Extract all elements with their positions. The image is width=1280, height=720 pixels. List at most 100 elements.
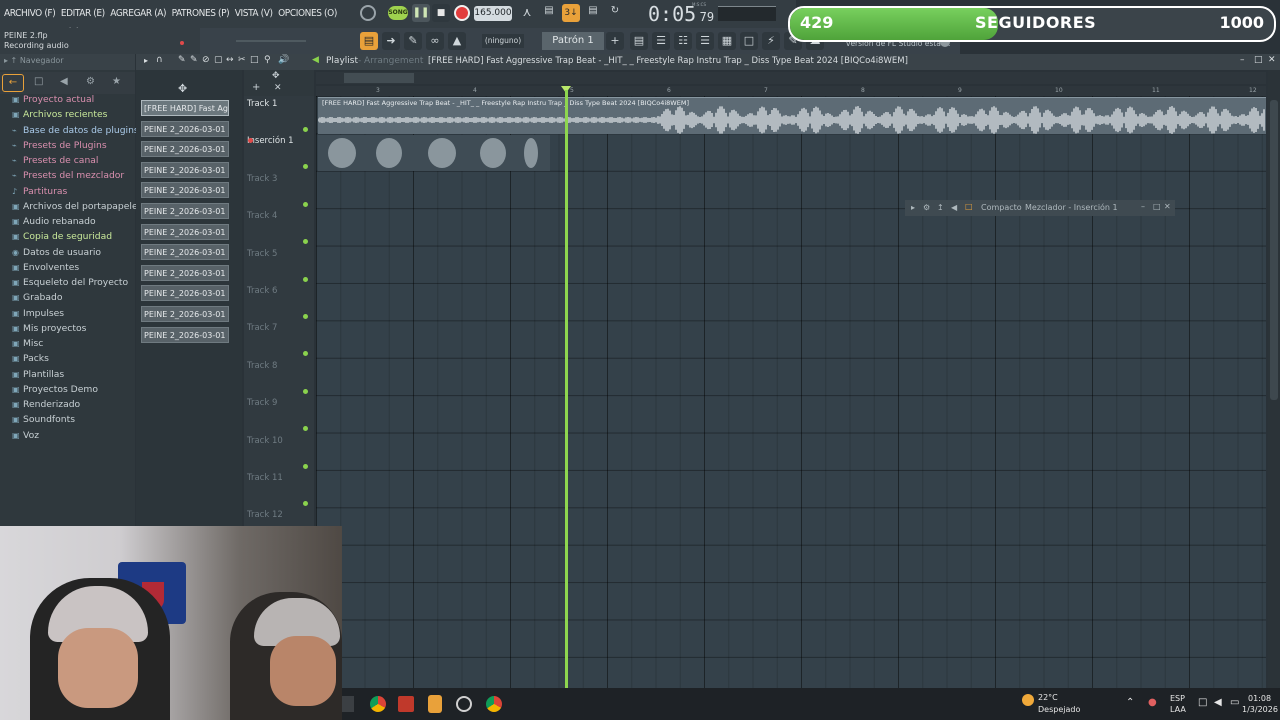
browser-item[interactable]: ▣ Audio rebanado [12,216,96,227]
weather-temp[interactable]: 22°C [1038,693,1058,702]
slip-tool-icon[interactable]: ↔ [226,55,234,65]
browser-item[interactable]: ♪ Partituras [12,186,67,197]
browser-item[interactable]: ⌁ Base de datos de plugins [12,125,139,136]
track-label[interactable]: Track 4 [247,211,277,221]
add-track-icon[interactable]: + [252,82,260,93]
track-label[interactable]: Track 12 [247,510,283,520]
mute-tool-icon[interactable]: ▢ [214,55,223,65]
chrome-alt-icon[interactable] [486,696,502,712]
arrow-right-icon[interactable]: ➜ [382,32,400,50]
pattern-item[interactable]: PEINE 2_2026-03-01 01-... [141,223,229,240]
menu-patrones[interactable]: PATRONES (P) [172,0,230,19]
track-label[interactable]: Track 8 [247,361,277,371]
minimize-icon[interactable]: – [1240,55,1245,65]
mixer-close-icon[interactable]: ✕ [1164,202,1171,211]
pattern-item[interactable]: PEINE 2_2026-03-01 01-... [141,326,229,343]
browser-arrows-icon[interactable]: ▸ ↑ [4,56,20,65]
playhead[interactable] [565,90,568,688]
track-record-icon[interactable] [248,138,253,143]
browser-item[interactable]: ▣ Plantillas [12,369,64,380]
loop-record-icon[interactable]: ↻ [606,5,624,23]
timeline-ruler[interactable]: 3 4 5 6 7 8 9 10 11 12 [316,86,1266,96]
browser-item[interactable]: ▣ Archivos recientes [12,109,107,120]
taskbar-app-icon[interactable] [342,696,354,712]
chrome-icon[interactable] [370,696,386,712]
track-enable-dot[interactable] [303,501,308,506]
pattern-selector[interactable]: Patrón 1 [542,32,604,50]
pattern-item[interactable]: PEINE 2_2026-03-01 00-... [141,120,229,137]
track-label[interactable]: Track 3 [247,174,277,184]
menu-editar[interactable]: EDITAR (E) [61,0,105,19]
metronome-icon[interactable]: ⋏ [518,5,536,23]
pause-button[interactable]: ❚❚ [412,4,430,22]
pattern-item[interactable]: PEINE 2_2026-03-01 00-... [141,141,229,158]
wait-input-icon[interactable]: ▤ [540,5,558,23]
mixer-window[interactable]: ▸ ⚙ ↥ ◀ □ Compacto Mezclador - Inserción… [905,200,1175,216]
track-enable-dot[interactable] [303,276,308,282]
paint-tool-icon[interactable]: ✎ [190,55,198,65]
browser-item[interactable]: ▣ Renderizado [12,399,80,410]
pattern-item[interactable]: PEINE 2_2026-03-01 00-... [141,161,229,178]
browser-item[interactable]: ◉ Datos de usuario [12,247,101,258]
playlist-arrow-icon[interactable]: ◀ [312,55,319,65]
track-enable-dot[interactable] [303,164,308,170]
mini-timeline[interactable] [316,72,1266,84]
pattern-item[interactable]: PEINE 2_2026-03-01 01-... [141,203,229,219]
browser-item[interactable]: ▣ Packs [12,353,49,364]
stop-button[interactable]: ■ [432,4,450,22]
blend-notes-icon[interactable]: ▤ [584,5,602,23]
pattern-item[interactable]: PEINE 2_2026-03-01 01-... [141,285,229,302]
fl-studio-icon[interactable] [428,695,442,713]
track-label[interactable]: Inserción 1 [247,136,294,146]
browser-item[interactable]: ⌁ Presets de Plugins [12,140,107,151]
scroll-icon[interactable]: ✥ [272,71,280,81]
browser-item[interactable]: ▣ Mis proyectos [12,323,86,334]
master-pitch-slider[interactable] [236,40,306,42]
mic-icon[interactable]: ● [1148,697,1157,708]
track-enable-dot[interactable] [303,463,308,469]
menu-archivo[interactable]: ARCHIVO (F) [4,0,56,19]
browser-item[interactable]: ▣ Copia de seguridad [12,231,112,242]
mini-timeline-window[interactable] [344,73,414,83]
plugin-picker-icon[interactable]: ▦ [718,32,736,50]
pattern-item[interactable]: PEINE 2_2026-03-01 01-... [141,264,229,281]
track-label[interactable]: Track 7 [247,323,277,333]
weather-icon[interactable] [1022,694,1034,706]
select-tool-icon[interactable]: □ [250,55,259,65]
browser-item[interactable]: ▣ Esqueleto del Proyecto [12,277,128,288]
track-label[interactable]: Track 10 [247,436,283,446]
maximize-icon[interactable]: □ [1254,55,1263,65]
playlist-grid[interactable] [316,96,1266,688]
browser-item[interactable]: ▣ Envolventes [12,262,79,273]
browser-item[interactable]: ⌁ Presets de canal [12,155,98,166]
track-enable-dot[interactable] [303,351,308,357]
scrollbar-thumb[interactable] [1270,100,1278,400]
record-button[interactable] [454,5,470,21]
track-label[interactable]: Track 5 [247,249,277,259]
mixer-sliders-icon[interactable]: ☰ [696,32,714,50]
mixer-icon[interactable]: ▤ [630,32,648,50]
pattern-item[interactable]: PEINE 2_2026-03-01 01-... [141,306,229,322]
song-mode-toggle[interactable]: SONG [388,6,408,20]
clipboard-icon[interactable]: □ [740,32,758,50]
browser-item[interactable]: ▣ Impulses [12,308,64,319]
track-label[interactable]: Track 9 [247,398,277,408]
playback-tool-icon[interactable]: 🔊 [278,55,289,65]
recorded-clip[interactable] [318,135,550,171]
slice-tool-icon[interactable]: ✂ [238,55,246,65]
playlist-view-button[interactable]: ▤ [360,32,378,50]
tray-chevron-icon[interactable]: ⌃ [1126,697,1134,708]
countdown-button[interactable]: 3↓ [562,4,580,22]
remove-track-icon[interactable]: ✕ [274,83,282,93]
mixer-layout-icon[interactable]: □ [965,202,973,211]
pencil-icon[interactable]: ✎ [404,32,422,50]
menu-opciones[interactable]: OPCIONES (O) [278,0,337,19]
browser-item[interactable]: ⌁ Presets del mezclador [12,170,124,181]
playlist-menu-arrow-icon[interactable]: ▸ [144,56,148,65]
link-icon[interactable]: ∞ [426,32,444,50]
pattern-item[interactable]: PEINE 2_2026-03-01 01-... [141,244,229,261]
track-enable-dot[interactable] [303,127,308,132]
zoom-tool-icon[interactable]: ⚲ [264,55,271,65]
plug-icon[interactable]: ⚡ [762,32,780,50]
track-label[interactable]: Track 1 [247,99,277,109]
